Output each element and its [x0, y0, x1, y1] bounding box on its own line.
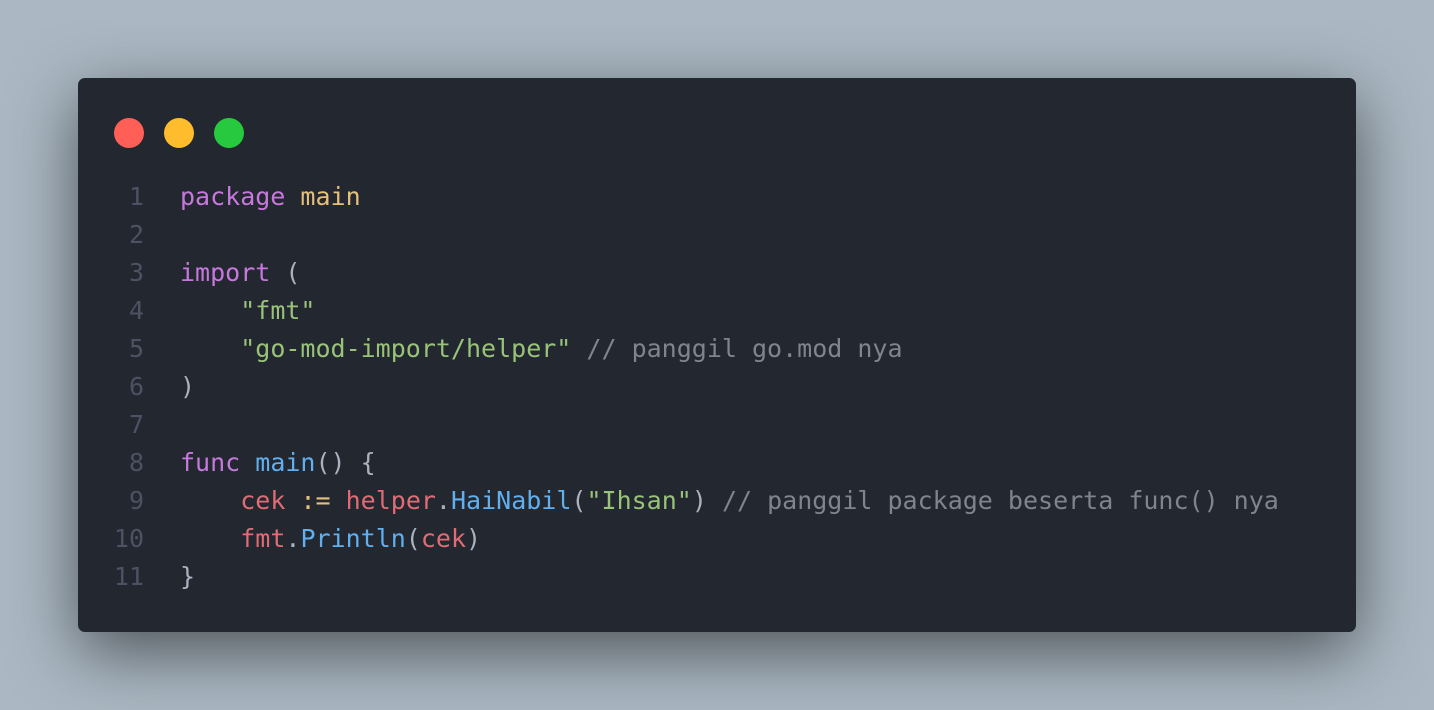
code-line: 6) — [78, 368, 1279, 406]
token-variable: helper — [345, 486, 436, 515]
code-text: package main — [144, 178, 361, 216]
code-text: "go-mod-import/helper" // panggil go.mod… — [144, 330, 903, 368]
line-number: 6 — [128, 372, 144, 401]
token-plain: ) — [691, 486, 722, 515]
token-keyword: package — [180, 182, 286, 211]
token-variable: cek — [240, 486, 286, 515]
token-string: "fmt" — [240, 296, 316, 325]
code-line: 4 "fmt" — [78, 292, 1279, 330]
token-keyword: func — [180, 448, 241, 477]
token-plain: ( — [270, 258, 301, 287]
code-text: cek := helper.HaiNabil("Ihsan") // pangg… — [144, 482, 1279, 520]
code-text: ) — [144, 368, 195, 406]
maximize-dot[interactable] — [214, 118, 244, 148]
code-text: "fmt" — [144, 292, 315, 330]
code-line: 11} — [78, 558, 1279, 596]
code-line: 5 "go-mod-import/helper" // panggil go.m… — [78, 330, 1279, 368]
token-plain: ( — [571, 486, 587, 515]
code-text: fmt.Println(cek) — [144, 520, 481, 558]
token-plain: . — [285, 524, 301, 553]
token-comment: // panggil package beserta func() nya — [721, 486, 1279, 515]
line-number: 10 — [113, 524, 144, 553]
token-type: main — [300, 182, 361, 211]
line-number: 2 — [128, 220, 144, 249]
line-number: 3 — [128, 258, 144, 287]
token-type: := — [300, 486, 331, 515]
token-comment: // panggil go.mod nya — [586, 334, 903, 363]
line-number: 8 — [128, 448, 144, 477]
minimize-dot[interactable] — [164, 118, 194, 148]
code-line: 3 import ( — [78, 254, 1279, 292]
token-plain: . — [435, 486, 451, 515]
code-block: 1 package main 2 3 import (4 "fmt" 5 "go-mod-… — [78, 178, 1279, 596]
token-plain: } — [180, 562, 196, 591]
token-variable: fmt — [240, 524, 286, 553]
token-plain: ) — [466, 524, 482, 553]
token-plain: () { — [315, 448, 376, 477]
line-number: 9 — [128, 486, 144, 515]
code-window: 1 package main 2 3 import (4 "fmt" 5 "go-mod-… — [78, 78, 1356, 632]
code-text: func main() { — [144, 444, 376, 482]
token-variable: cek — [420, 524, 467, 553]
token-function: main — [255, 448, 316, 477]
token-string: "Ihsan" — [586, 486, 692, 515]
code-text: import ( — [144, 254, 300, 292]
code-line: 1 package main — [78, 178, 1279, 216]
token-function: HaiNabil — [450, 486, 572, 515]
line-number: 11 — [113, 562, 144, 591]
token-plain: ( — [405, 524, 421, 553]
code-line: 7 — [78, 406, 1279, 444]
token-keyword: import — [180, 258, 271, 287]
line-number: 5 — [128, 334, 144, 363]
code-line: 9 cek := helper.HaiNabil("Ihsan") // pan… — [78, 482, 1279, 520]
code-text: } — [144, 558, 195, 596]
token-string: "go-mod-import/helper" — [240, 334, 572, 363]
line-number: 4 — [128, 296, 144, 325]
line-number: 7 — [128, 410, 144, 439]
window-controls — [114, 118, 244, 148]
token-function: Println — [300, 524, 406, 553]
code-line: 2 — [78, 216, 1279, 254]
close-dot[interactable] — [114, 118, 144, 148]
code-line: 10 fmt.Println(cek) — [78, 520, 1279, 558]
code-line: 8 func main() { — [78, 444, 1279, 482]
line-number: 1 — [128, 182, 144, 211]
token-plain: ) — [180, 372, 196, 401]
